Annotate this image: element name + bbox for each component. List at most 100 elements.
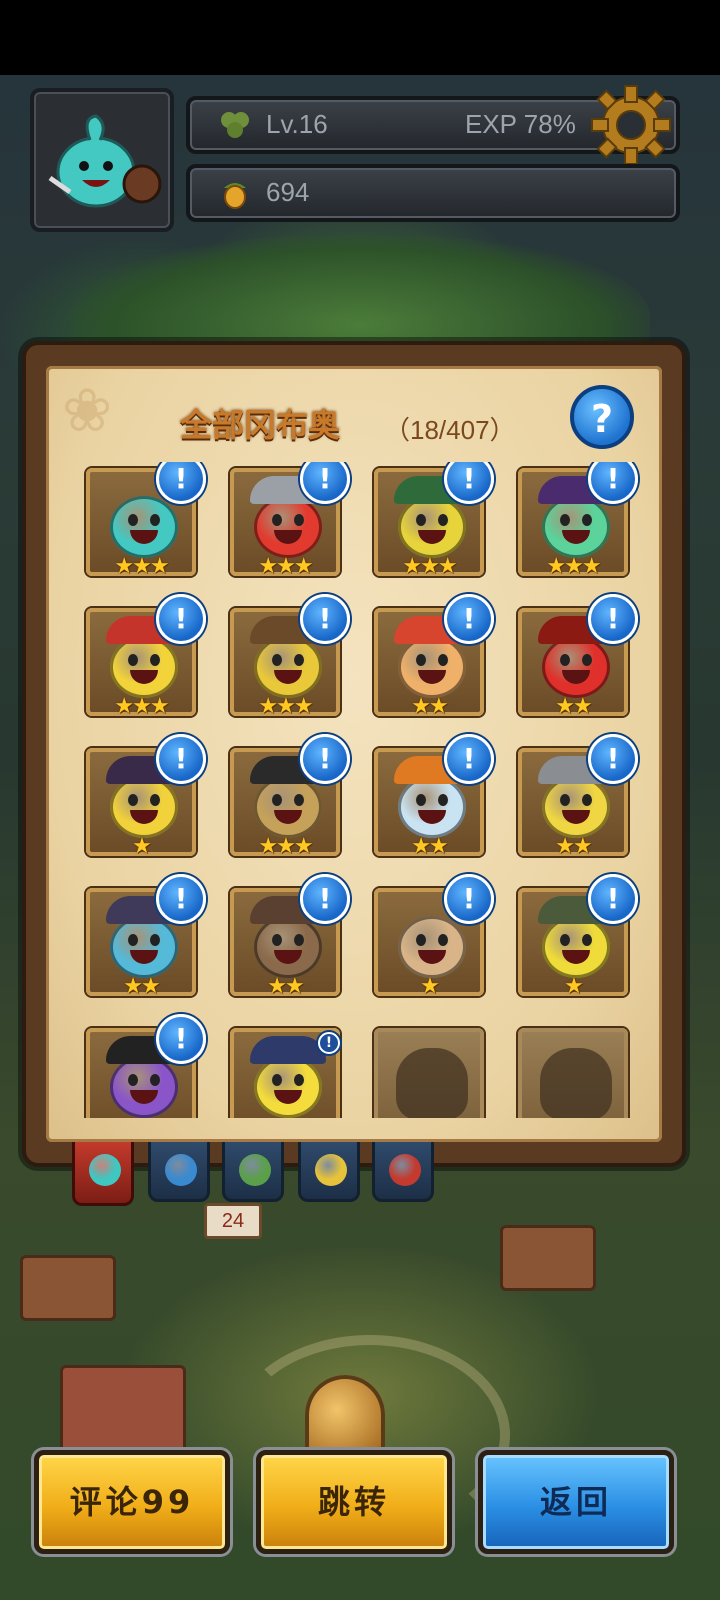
creature-card[interactable]: ★★★!	[230, 462, 350, 579]
tab-all-icon	[89, 1154, 121, 1186]
creature-portrait-icon	[254, 916, 322, 978]
new-badge-icon: !	[156, 594, 206, 644]
new-badge-icon: !	[588, 594, 638, 644]
tab-blue[interactable]	[148, 1142, 210, 1202]
star-rating: ★★★	[258, 554, 313, 579]
new-badge-icon: !	[444, 594, 494, 644]
creature-card[interactable]: ★!	[86, 734, 206, 859]
creature-portrait-icon	[110, 1056, 178, 1118]
jump-button[interactable]: 跳转	[256, 1450, 452, 1554]
comment-button[interactable]: 评论99	[34, 1450, 230, 1554]
star-rating: ★★	[555, 694, 592, 719]
level-label: Lv.16	[266, 109, 328, 139]
star-rating: ★★★	[402, 554, 457, 579]
new-badge-icon: !	[444, 462, 494, 504]
creature-portrait-icon	[398, 916, 466, 978]
new-badge-icon: !	[300, 462, 350, 504]
new-badge-icon: !	[156, 734, 206, 784]
creature-card[interactable]	[518, 1028, 628, 1118]
new-badge-icon: !	[588, 462, 638, 504]
house-left	[20, 1255, 116, 1321]
star-rating: ★★	[267, 974, 304, 999]
star-rating: ★	[420, 974, 440, 999]
tab-red-icon	[389, 1154, 421, 1186]
new-badge-icon: !	[156, 462, 206, 504]
clover-icon	[221, 112, 249, 138]
tab-yellow[interactable]	[298, 1142, 360, 1202]
tab-green[interactable]	[222, 1142, 284, 1202]
locked-silhouette-icon	[396, 1048, 468, 1118]
creature-card[interactable]: ★★★!	[518, 462, 638, 579]
tab-blue-icon	[165, 1154, 197, 1186]
question-icon: ?	[590, 397, 614, 441]
star-rating: ★	[564, 974, 584, 999]
avatar-creature-icon	[48, 114, 162, 208]
house-right	[500, 1225, 596, 1291]
new-badge-icon: !	[444, 874, 494, 924]
creature-card[interactable]: ★★!	[374, 734, 494, 859]
creature-card[interactable]	[374, 1028, 484, 1118]
creature-portrait-icon	[254, 496, 322, 558]
panel-title: 全部冈布奥	[180, 406, 341, 444]
new-badge-icon: !	[156, 874, 206, 924]
star-rating: ★	[132, 834, 152, 859]
creature-card[interactable]: ★★★!	[86, 594, 206, 719]
creature-card[interactable]: ★★!	[518, 734, 638, 859]
back-button[interactable]: 返回	[478, 1450, 674, 1554]
star-rating: ★★★	[114, 694, 169, 719]
creature-card[interactable]: ★★★!	[230, 594, 350, 719]
new-badge-icon: !	[300, 734, 350, 784]
tab-yellow-icon	[315, 1154, 347, 1186]
creature-card[interactable]: ★★!	[86, 874, 206, 999]
acorn-icon	[224, 183, 246, 209]
locked-silhouette-icon	[540, 1048, 612, 1118]
currency-bar: 694	[186, 164, 680, 222]
creature-hat-icon	[250, 1036, 326, 1064]
creature-card[interactable]: ★★!	[374, 594, 494, 719]
new-badge-icon: !	[444, 734, 494, 784]
creature-card[interactable]: ★★★!	[374, 462, 494, 579]
tab-green-icon	[239, 1154, 271, 1186]
creature-grid: ★★★! ★★★! ★★★! ★★★! ★★★! ★★★! ★★! ★★! ★! ★★★! ★★! ★…	[46, 462, 662, 1118]
corner-ornament-icon: ❀	[62, 376, 113, 446]
player-avatar[interactable]	[30, 88, 174, 232]
creature-portrait-icon	[542, 916, 610, 978]
new-badge-icon: !	[588, 734, 638, 784]
new-badge-icon: !	[318, 1032, 340, 1054]
creature-card[interactable]: ★★★!	[86, 462, 206, 578]
help-button[interactable]: ?	[570, 385, 634, 449]
creature-card[interactable]: ★★!	[230, 874, 350, 999]
tab-all[interactable]	[72, 1142, 134, 1206]
new-badge-icon: !	[156, 1014, 206, 1064]
creature-card[interactable]: !	[230, 1028, 340, 1118]
creature-portrait-icon	[542, 776, 610, 838]
star-rating: ★★	[123, 974, 160, 999]
creature-card[interactable]: ★★★!	[230, 734, 350, 858]
map-sign: 24	[204, 1203, 262, 1239]
creature-portrait-icon	[254, 636, 322, 698]
locked-card-frame	[518, 1028, 628, 1118]
new-badge-icon: !	[300, 594, 350, 644]
creature-portrait-icon	[542, 636, 610, 698]
exp-label: EXP 78%	[465, 109, 576, 139]
creature-portrait-icon	[110, 636, 178, 698]
house-bottom-left	[60, 1365, 186, 1461]
creature-portrait-icon	[398, 496, 466, 558]
collection-count: （18/407）	[384, 415, 516, 445]
star-rating: ★★	[555, 834, 592, 859]
creature-portrait-icon	[254, 1056, 322, 1118]
new-badge-icon: !	[588, 874, 638, 924]
creature-card[interactable]: ★!	[374, 874, 494, 999]
creature-portrait-icon	[110, 916, 178, 978]
creature-card[interactable]: ★★!	[518, 594, 638, 719]
locked-card-frame	[374, 1028, 484, 1118]
star-rating: ★★	[411, 834, 448, 859]
tab-red[interactable]	[372, 1142, 434, 1202]
star-rating: ★★★	[546, 554, 601, 579]
creature-portrait-icon	[110, 776, 178, 838]
star-rating: ★★	[411, 694, 448, 719]
gear-icon[interactable]	[590, 84, 672, 166]
star-rating: ★★★	[258, 694, 313, 719]
creature-card[interactable]: !	[86, 1014, 206, 1118]
creature-card[interactable]: ★!	[518, 874, 638, 999]
